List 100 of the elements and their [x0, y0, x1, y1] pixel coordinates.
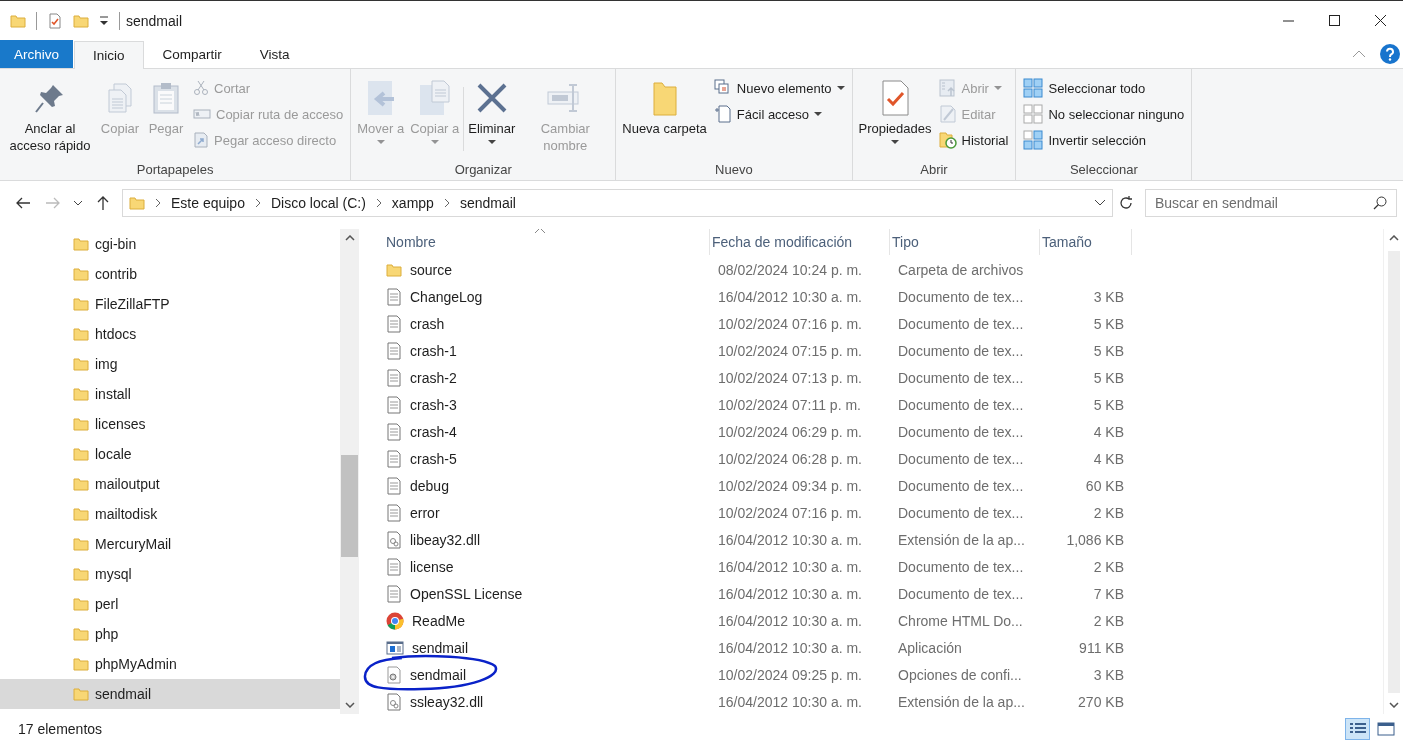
caret-icon — [814, 111, 823, 117]
sidebar-item[interactable]: licenses — [0, 409, 340, 439]
ribbon-tab[interactable]: Compartir — [143, 40, 241, 68]
ribbon-button[interactable]: Anclar al acceso rápido — [4, 73, 96, 157]
sidebar-item[interactable]: phpMyAdmin — [0, 649, 340, 679]
text-file-icon — [386, 314, 402, 333]
grid-icon — [1023, 130, 1044, 150]
collapse-icon — [1352, 49, 1366, 59]
folder-icon — [73, 356, 89, 372]
file-name[interactable]: libeay32.dll — [384, 530, 481, 549]
sidebar-item[interactable]: MercuryMail — [0, 529, 340, 559]
sidebar-item[interactable]: cgi-bin — [0, 229, 340, 259]
size-cell-text: 4 KB — [1093, 423, 1125, 440]
chevron-icon — [443, 198, 450, 208]
ribbon-button[interactable]: Eliminar — [466, 73, 518, 148]
folder-icon — [129, 195, 145, 211]
text-file-icon — [386, 422, 402, 441]
file-name[interactable]: source — [384, 261, 453, 278]
ribbon-tab[interactable]: Vista — [240, 40, 309, 68]
file-name[interactable]: crash-4 — [384, 422, 457, 441]
group-label: Abrir — [919, 162, 949, 179]
column-header[interactable]: Tipo — [890, 229, 1040, 255]
search-field[interactable]: Buscar en sendmail — [1145, 189, 1397, 217]
help-button[interactable] — [1380, 44, 1400, 64]
file-name[interactable]: ReadMe — [384, 611, 465, 630]
ribbon-button[interactable]: Fácil acceso — [710, 101, 848, 127]
size-cell-text: 911 KB — [1079, 639, 1125, 656]
scroll-thumb[interactable] — [341, 455, 358, 557]
type-cell-text: Extensión de la ap... — [897, 531, 1025, 548]
column-header[interactable]: Nombre — [384, 229, 710, 255]
sidebar-item[interactable]: locale — [0, 439, 340, 469]
date-cell-text: 10/02/2024 07:13 p. m. — [717, 369, 862, 386]
text-file-icon — [386, 557, 402, 576]
sidebar-item[interactable]: install — [0, 379, 340, 409]
file-name[interactable]: ssleay32.dll — [384, 692, 484, 711]
sidebar-item[interactable]: htdocs — [0, 319, 340, 349]
sidebar-item[interactable]: contrib — [0, 259, 340, 289]
text-file-icon — [386, 503, 402, 522]
file-name[interactable]: crash-5 — [384, 449, 457, 468]
sidebar-item[interactable]: mysql — [0, 559, 340, 589]
folder-icon — [73, 566, 89, 582]
file-tab[interactable]: Archivo — [0, 40, 73, 68]
type-cell-text: Documento de tex... — [897, 504, 1024, 521]
file-name[interactable]: crash-2 — [384, 368, 457, 387]
ribbon-button[interactable]: Nuevo elemento — [710, 75, 848, 101]
details-view-button[interactable] — [1345, 718, 1370, 740]
date-cell-text: 16/04/2012 10:30 a. m. — [717, 558, 862, 575]
list-icon — [1348, 722, 1367, 736]
date-cell-text: 16/04/2012 10:30 a. m. — [717, 693, 862, 710]
file-name[interactable]: debug — [384, 476, 449, 495]
breadcrumb[interactable]: sendmail — [459, 195, 516, 211]
sidebar-item[interactable]: img — [0, 349, 340, 379]
file-name[interactable]: crash — [384, 314, 445, 333]
file-name[interactable]: ChangeLog — [384, 287, 483, 306]
sidebar-item[interactable]: perl — [0, 589, 340, 619]
sidebar-item[interactable]: mailtodisk — [0, 499, 340, 529]
file-name[interactable]: crash-1 — [384, 341, 457, 360]
column-header[interactable]: Fecha de modificación — [710, 229, 890, 255]
ribbon-button[interactable]: Nueva carpeta — [620, 73, 709, 140]
group-label: Nuevo — [714, 162, 754, 179]
caret-icon — [487, 139, 496, 145]
dropdown-icon — [99, 14, 109, 27]
window-icon — [1376, 722, 1395, 736]
ribbon-button[interactable]: Historial — [935, 127, 1012, 153]
folder-icon — [73, 596, 89, 612]
date-cell-text: 16/04/2012 10:30 a. m. — [717, 585, 862, 602]
group-label: Seleccionar — [1068, 162, 1139, 179]
breadcrumb[interactable]: Disco local (C:) — [270, 195, 366, 211]
file-name[interactable]: sendmail — [384, 665, 467, 684]
ribbon-button[interactable]: Propiedades — [856, 73, 934, 148]
address-bar[interactable]: Este equipo Disco local (C:) xampp sendmail — [122, 189, 1113, 217]
size-cell-text: 2 KB — [1093, 612, 1125, 629]
breadcrumb[interactable]: Este equipo — [171, 195, 245, 211]
date-cell-text: 10/02/2024 09:25 p. m. — [717, 666, 862, 683]
sidebar-item[interactable]: mailoutput — [0, 469, 340, 499]
ribbon-button[interactable]: Invertir selección — [1020, 127, 1188, 153]
sidebar-item[interactable]: php — [0, 619, 340, 649]
caret-icon — [430, 139, 439, 145]
column-header[interactable]: Tamaño — [1040, 229, 1132, 255]
folder-icon — [73, 266, 89, 282]
size-cell-text: 5 KB — [1093, 369, 1125, 386]
sidebar-item[interactable]: FileZillaFTP — [0, 289, 340, 319]
folder-icon — [386, 261, 402, 278]
scrollbar[interactable] — [340, 229, 359, 714]
chevron-icon — [254, 198, 261, 208]
up-arrow-icon — [96, 195, 110, 211]
file-name[interactable]: error — [384, 503, 440, 522]
ribbon-button[interactable]: No seleccionar ninguno — [1020, 101, 1188, 127]
sidebar-item[interactable]: sendmail — [0, 679, 340, 709]
size-cell-text: 2 KB — [1093, 504, 1125, 521]
group-label: Portapapeles — [135, 162, 215, 179]
ribbon-button[interactable]: Seleccionar todo — [1020, 75, 1188, 101]
ribbon-tab[interactable]: Inicio — [74, 41, 144, 69]
file-name[interactable]: OpenSSL License — [384, 584, 523, 603]
breadcrumb[interactable]: xampp — [391, 195, 434, 211]
file-name[interactable]: license — [384, 557, 454, 576]
scroll-down-icon — [1388, 702, 1399, 708]
date-cell-text: 10/02/2024 07:15 p. m. — [717, 342, 862, 359]
file-name[interactable]: crash-3 — [384, 395, 457, 414]
file-name[interactable]: sendmail — [384, 639, 469, 656]
